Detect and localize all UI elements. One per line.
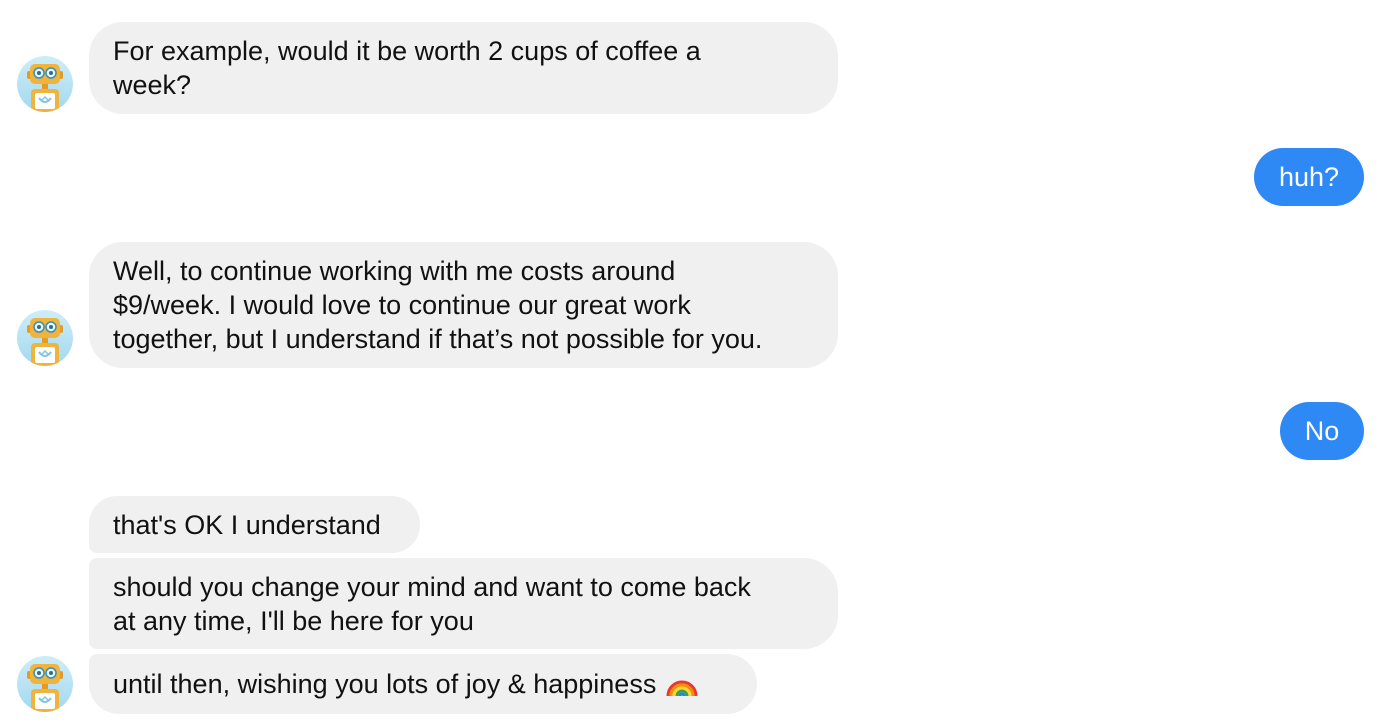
message-text: huh? [1278,162,1340,192]
robot-avatar-icon [17,310,73,366]
robot-avatar-icon [17,656,73,712]
message-text: together, but I understand if that’s not… [113,324,763,354]
bot-message: until then, wishing you lots of joy & ha… [89,654,757,714]
bot-message: For example, would it be worth 2 cups of… [89,22,838,114]
message-text: No [1304,416,1340,446]
chat-screen: { "conversation": { "bot": { "avatar_ico… [0,0,1394,728]
robot-avatar-icon [17,56,73,112]
rainbow-icon [666,668,698,700]
message-text: Well, to continue working with me costs … [113,256,676,286]
message-text: $9/week. I would love to continue our gr… [113,290,691,320]
message-text: that's OK I understand [113,509,381,540]
message-text: until then, wishing you lots of joy & ha… [113,669,657,699]
message-text: week? [113,70,192,100]
message-text: For example, would it be worth 2 cups of… [113,36,701,66]
bot-message: should you change your mind and want to … [89,558,838,649]
message-text: should you change your mind and want to … [113,571,751,602]
message-text: at any time, I'll be here for you [113,605,474,636]
bot-message: that's OK I understand [89,496,420,553]
bot-message: Well, to continue working with me costs … [89,242,838,368]
user-message: No [1280,402,1364,460]
user-message: huh? [1254,148,1364,206]
